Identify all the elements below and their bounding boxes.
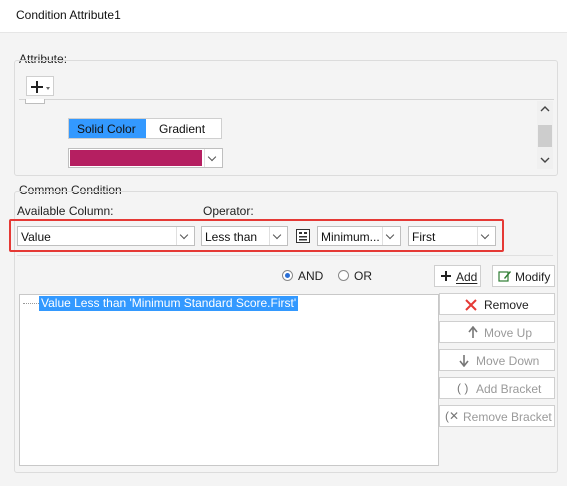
scroll-thumb[interactable] (538, 125, 552, 147)
add-bracket-button[interactable]: ( ) Add Bracket (439, 377, 555, 399)
chevron-down-icon[interactable] (382, 227, 400, 245)
chevron-down-icon[interactable] (477, 227, 495, 245)
vertical-scrollbar[interactable] (537, 101, 553, 169)
remove-bracket-button[interactable]: (✕ Remove Bracket (439, 405, 555, 427)
remove-bracket-button-label: Remove Bracket (463, 410, 552, 424)
or-radio[interactable] (338, 270, 349, 281)
and-radio[interactable] (282, 270, 293, 281)
add-button[interactable]: Add (434, 265, 481, 287)
add-button-label: Add (456, 270, 478, 284)
column-select-value: Value (21, 230, 51, 244)
remove-bracket-icon: (✕ (445, 409, 460, 423)
tab-solid-color[interactable]: Solid Color (69, 119, 146, 138)
move-up-button-label: Move Up (484, 326, 533, 340)
column-select[interactable]: Value (17, 226, 195, 246)
move-down-button-label: Move Down (476, 354, 540, 368)
chevron-down-icon[interactable] (269, 227, 287, 245)
operator-label: Operator: (203, 204, 254, 218)
arrow-up-icon (468, 326, 478, 338)
scroll-up-icon[interactable] (540, 105, 550, 113)
operator-select[interactable]: Less than (201, 226, 288, 246)
plus-icon (441, 271, 451, 281)
color-swatch (70, 150, 202, 166)
modify-icon (498, 271, 511, 282)
scroll-down-icon[interactable] (540, 156, 550, 164)
bracket-icon: ( ) (457, 381, 469, 395)
move-up-button[interactable]: Move Up (439, 321, 555, 343)
color-picker[interactable] (68, 148, 223, 168)
chevron-down-icon[interactable] (176, 227, 194, 245)
list-item[interactable]: Value Less than 'Minimum Standard Score.… (39, 296, 299, 311)
modify-button-label: Modify (515, 270, 551, 284)
remove-button[interactable]: Remove (439, 293, 555, 315)
remove-button-label: Remove (484, 298, 529, 312)
condition-list[interactable]: Value Less than 'Minimum Standard Score.… (19, 294, 439, 466)
or-label: OR (354, 269, 372, 283)
dialog-titlebar: Condition Attribute1 (0, 0, 567, 33)
move-down-button[interactable]: Move Down (439, 349, 555, 371)
tab-gradient[interactable]: Gradient (147, 119, 221, 138)
formula-icon[interactable] (295, 228, 311, 244)
arrow-down-icon (459, 355, 469, 367)
formula-select[interactable]: Minimum... (317, 226, 401, 246)
tree-connector (23, 303, 39, 305)
formula-select-value: Minimum... (321, 230, 380, 244)
position-select[interactable]: First (408, 226, 496, 246)
and-label: AND (298, 269, 324, 283)
dialog-footer (0, 478, 567, 486)
divider (17, 255, 553, 256)
modify-button[interactable]: Modify (492, 265, 555, 287)
tab-gradient-label: Gradient (159, 122, 206, 136)
position-select-value: First (412, 230, 436, 244)
dialog-title: Condition Attribute1 (16, 8, 121, 22)
close-icon (465, 299, 477, 311)
tab-solid-color-label: Solid Color (77, 122, 136, 136)
available-column-label: Available Column: (17, 204, 114, 218)
operator-select-value: Less than (205, 230, 258, 244)
add-bracket-button-label: Add Bracket (476, 382, 542, 396)
plus-dropdown-icon (31, 81, 50, 93)
list-item-text: Value Less than 'Minimum Standard Score.… (41, 296, 297, 310)
add-attribute-button[interactable] (26, 76, 54, 96)
chevron-down-icon[interactable] (204, 149, 222, 167)
collapsed-panel-handle[interactable] (25, 99, 45, 104)
